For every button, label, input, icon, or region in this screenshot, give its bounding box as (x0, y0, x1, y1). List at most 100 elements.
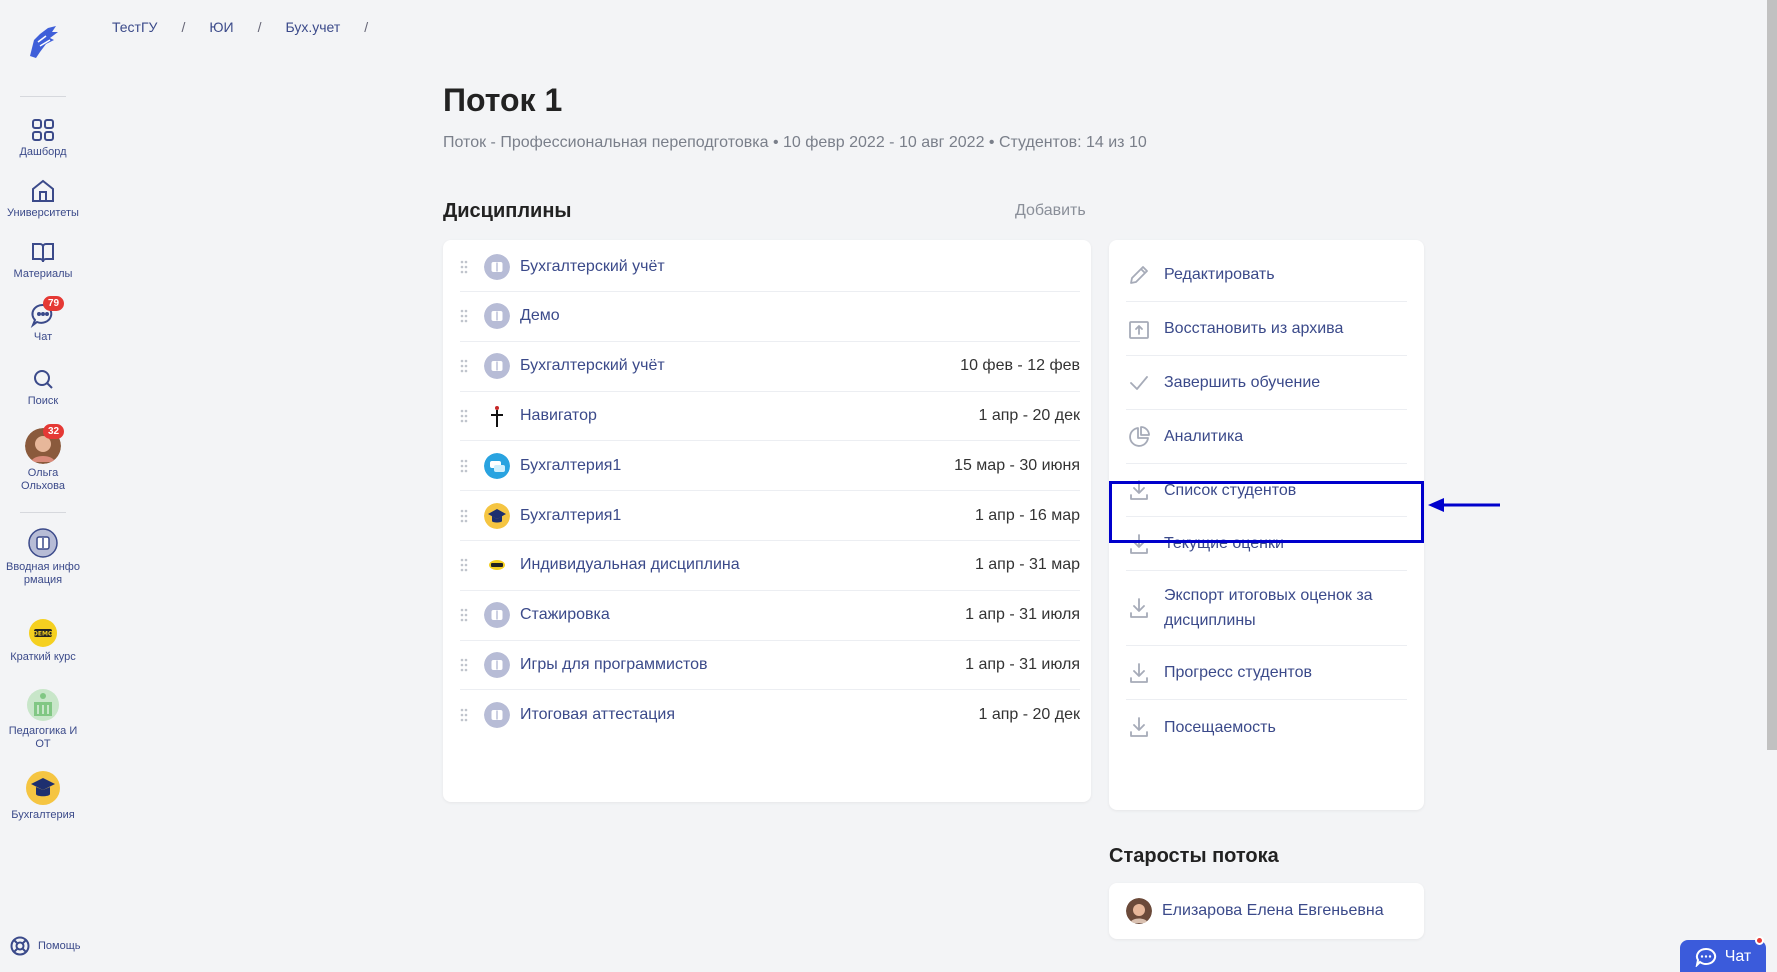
breadcrumb-separator: / (181, 19, 186, 35)
breadcrumb-item[interactable]: ЮИ (203, 19, 239, 35)
pencil-icon (1130, 265, 1148, 284)
disciplines-list: Бухгалтерский учёт Демо Бухгалтерский учёт… (443, 240, 1091, 802)
action-label: Посещаемость (1164, 718, 1276, 736)
nav-materials[interactable]: Материалы (0, 239, 86, 281)
archive-restore-icon (1129, 320, 1149, 339)
breadcrumb-separator: / (364, 19, 369, 35)
action-check[interactable]: Завершить обучение (1126, 356, 1407, 410)
starosty-heading: Старосты потока (1109, 845, 1279, 867)
discipline-name[interactable]: Индивидуальная дисциплина (520, 556, 975, 574)
action-pie-chart[interactable]: Аналитика (1126, 410, 1407, 464)
chat-widget-label: Чат (1724, 948, 1752, 965)
discipline-row[interactable]: Навигатор 1 апр - 20 дек (460, 391, 1081, 442)
graduation-icon (26, 771, 60, 805)
avatar (1126, 898, 1152, 924)
discipline-row[interactable]: Игры для программистов 1 апр - 31 июля (460, 640, 1080, 691)
page-title: Поток 1 (443, 82, 563, 118)
action-download[interactable]: Экспорт итоговых оценок за дисциплины (1126, 571, 1407, 646)
action-download[interactable]: Посещаемость (1126, 700, 1407, 754)
download-icon (1130, 717, 1148, 737)
course-short[interactable]: DEMO Краткий курс (0, 618, 86, 664)
book-icon (484, 303, 510, 330)
discipline-name[interactable]: Демо (520, 307, 1080, 325)
discipline-name[interactable]: Бухгалтерия1 (520, 457, 954, 475)
drag-handle-icon[interactable] (460, 658, 470, 672)
discipline-row[interactable]: Бухгалтерия1 15 мар - 30 июня (460, 441, 1080, 492)
discipline-dates: 1 апр - 16 мар (974, 506, 1080, 524)
discipline-name[interactable]: Бухгалтерский учёт (520, 258, 1080, 276)
drag-handle-icon[interactable] (460, 608, 470, 622)
nav-dashboard[interactable]: Дашборд (0, 117, 86, 159)
action-pencil[interactable]: Редактировать (1126, 248, 1407, 302)
user-badge: 32 (43, 424, 65, 439)
drag-handle-icon[interactable] (460, 509, 470, 523)
discipline-name[interactable]: Навигатор (520, 407, 979, 425)
help-link[interactable]: Помощь (10, 936, 81, 956)
discipline-row[interactable]: Индивидуальная дисциплина 1 апр - 31 мар (460, 541, 1080, 591)
discipline-name[interactable]: Бухгалтерский учёт (520, 357, 960, 375)
discipline-row[interactable]: Бухгалтерский учёт (460, 242, 1080, 292)
nav-universities[interactable]: Университеты (0, 178, 86, 220)
action-label: Восстановить из архива (1164, 320, 1344, 337)
check-icon (1130, 375, 1148, 390)
scrollbar[interactable] (1767, 0, 1777, 750)
logo-icon[interactable] (24, 22, 62, 62)
discipline-dates: 1 апр - 20 дек (978, 706, 1081, 724)
discipline-row[interactable]: Демо (460, 292, 1080, 342)
discipline-dates: 1 апр - 20 дек (978, 406, 1081, 424)
course-book-icon (28, 528, 58, 558)
discipline-name[interactable]: Игры для программистов (520, 656, 965, 674)
book-icon (484, 702, 510, 729)
starosta-name: Елизарова Елена Евгеньевна (1162, 902, 1384, 919)
nav-search[interactable]: Поиск (0, 366, 86, 408)
course-intro[interactable]: Вводная инфо рмация (0, 528, 86, 587)
drag-handle-icon[interactable] (460, 260, 470, 274)
nav-label: Материалы (13, 268, 73, 280)
drag-handle-icon[interactable] (460, 409, 470, 423)
chat-widget-button[interactable]: Чат (1680, 940, 1766, 972)
action-label: Аналитика (1164, 428, 1244, 445)
action-download[interactable]: Прогресс студентов (1126, 646, 1407, 700)
add-discipline-button[interactable]: Добавить (1015, 202, 1086, 220)
drag-handle-icon[interactable] (460, 558, 470, 572)
course-label: Бухгалтерия (11, 809, 75, 821)
nav-label: Чат (33, 331, 53, 343)
nav-user-profile[interactable]: 32 Ольга Ольхова (0, 424, 86, 493)
breadcrumb-item[interactable]: Бух.учет (279, 19, 346, 35)
course-accounting[interactable]: Бухгалтерия (0, 770, 86, 822)
breadcrumb: ТестГУ / ЮИ / Бух.учет / (106, 19, 386, 35)
discipline-row[interactable]: Бухгалтерский учёт 10 фев - 12 фев (460, 342, 1080, 392)
nav-label: Поиск (27, 395, 59, 407)
lifebuoy-icon (10, 936, 30, 956)
course-label: Педагогика И ОТ (8, 725, 78, 750)
action-label: Завершить обучение (1164, 374, 1321, 391)
book-icon (484, 651, 510, 678)
action-archive-restore[interactable]: Восстановить из архива (1126, 302, 1407, 356)
drag-handle-icon[interactable] (460, 708, 470, 722)
discipline-name[interactable]: Бухгалтерия1 (520, 507, 975, 525)
discipline-row[interactable]: Бухгалтерия1 1 апр - 16 мар (460, 491, 1080, 541)
discipline-dates: 15 мар - 30 июня (954, 456, 1080, 474)
user-name: Ольга Ольхова (21, 467, 65, 492)
nav-label: Дашборд (19, 146, 67, 158)
discipline-name[interactable]: Стажировка (520, 606, 965, 624)
discipline-name[interactable]: Итоговая аттестация (520, 706, 979, 724)
drag-handle-icon[interactable] (460, 459, 470, 473)
dashboard-grid-icon (32, 119, 54, 141)
drag-handle-icon[interactable] (460, 309, 470, 323)
discipline-row[interactable]: Итоговая аттестация 1 апр - 20 дек (460, 690, 1080, 740)
discipline-dates: 1 апр - 31 июля (965, 606, 1080, 624)
action-label: Редактировать (1164, 266, 1275, 283)
highlight-box (1109, 481, 1424, 543)
drag-handle-icon[interactable] (460, 359, 470, 373)
course-label: Вводная инфо рмация (6, 561, 80, 586)
starosty-item[interactable]: Елизарова Елена Евгеньевна (1109, 883, 1424, 939)
building-icon (27, 689, 59, 721)
discipline-dates: 1 апр - 31 мар (974, 556, 1080, 574)
discipline-row[interactable]: Стажировка 1 апр - 31 июля (460, 591, 1080, 641)
breadcrumb-item[interactable]: ТестГУ (106, 19, 163, 35)
course-pedagogy[interactable]: Педагогика И ОТ (0, 688, 86, 751)
help-label: Помощь (38, 940, 81, 952)
chat-badge: 79 (43, 296, 65, 311)
nav-chat[interactable]: Чат 79 (0, 296, 86, 344)
